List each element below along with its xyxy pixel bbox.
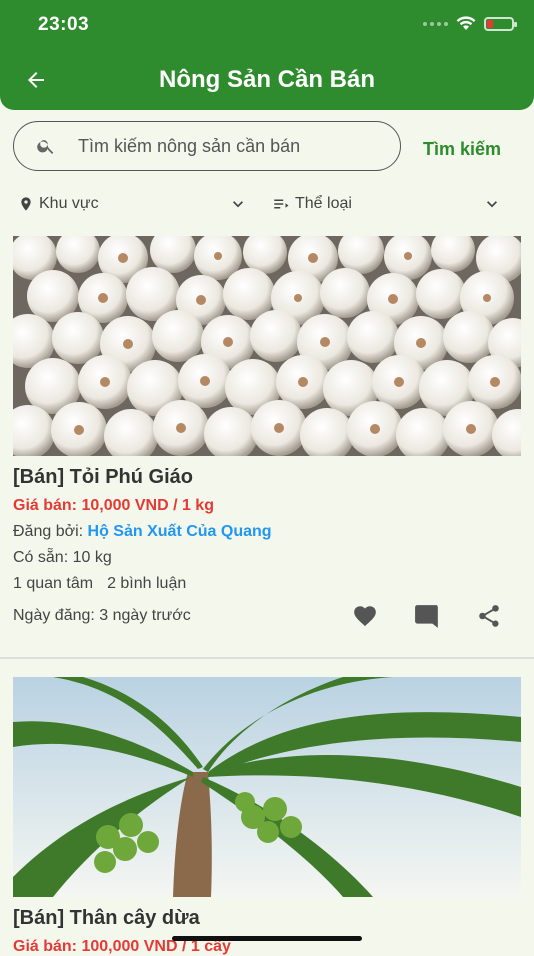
search-icon	[37, 140, 54, 154]
share-button[interactable]	[475, 602, 503, 630]
search-button[interactable]: Tìm kiếm	[423, 139, 501, 160]
search-input[interactable]	[76, 134, 380, 158]
category-filter[interactable]: Thể loại	[272, 192, 504, 216]
post-stats: 1 quan tâm 2 bình luận	[13, 575, 521, 593]
post-card[interactable]: [Bán] Tỏi Phú Giáo Giá bán: 10,000 VND /…	[13, 236, 521, 633]
post-actions	[351, 602, 503, 630]
interest-count: 1 quan tâm	[13, 575, 94, 592]
status-indicators	[423, 16, 517, 31]
post-date: Ngày đăng: 3 ngày trước	[13, 607, 191, 625]
like-button[interactable]	[351, 602, 379, 630]
category-icon	[274, 199, 289, 209]
app-header: 23:03 Nông Sản Cần Bán	[0, 0, 534, 110]
post-quantity-row: Có sẵn: 10 kg	[13, 549, 521, 567]
home-indicator[interactable]	[172, 936, 362, 941]
post-card[interactable]: [Bán] Thân cây dừa Giá bán: 100,000 VND …	[13, 677, 521, 956]
page-title: Nông Sản Cần Bán	[158, 66, 375, 93]
garlic-photo[interactable]	[13, 236, 521, 456]
posted-by-label: Đăng bởi:	[13, 523, 88, 540]
share-icon	[479, 605, 499, 627]
location-pin-icon	[21, 197, 31, 211]
date-label: Ngày đăng:	[13, 607, 100, 624]
wifi-icon	[456, 16, 476, 30]
seller-link[interactable]: Hộ Sản Xuất Của Quang	[88, 523, 272, 540]
search-field[interactable]	[13, 121, 401, 171]
chevron-down-icon	[233, 201, 243, 208]
status-time: 23:03	[38, 14, 90, 35]
post-title[interactable]: [Bán] Tỏi Phú Giáo	[13, 466, 521, 489]
chevron-down-icon	[487, 201, 497, 208]
comment-icon	[415, 605, 438, 628]
date-value: 3 ngày trước	[99, 607, 191, 624]
available-label: Có sẵn:	[13, 549, 73, 566]
comment-count: 2 bình luận	[107, 575, 187, 592]
signal-icon	[423, 21, 448, 26]
post-seller-row: Đăng bởi: Hộ Sản Xuất Của Quang	[13, 523, 521, 541]
category-filter-label: Thể loại	[295, 195, 352, 212]
post-quantity: 10 kg	[72, 549, 112, 566]
coconut-tree-photo[interactable]	[13, 677, 521, 897]
region-filter-label: Khu vực	[39, 195, 99, 212]
region-filter[interactable]: Khu vực	[18, 192, 250, 216]
comment-button[interactable]	[413, 602, 441, 630]
battery-icon	[484, 16, 517, 31]
divider	[0, 657, 534, 659]
post-price: Giá bán: 10,000 VND / 1 kg	[13, 497, 214, 514]
post-title[interactable]: [Bán] Thân cây dừa	[13, 907, 521, 930]
heart-icon	[354, 606, 376, 627]
